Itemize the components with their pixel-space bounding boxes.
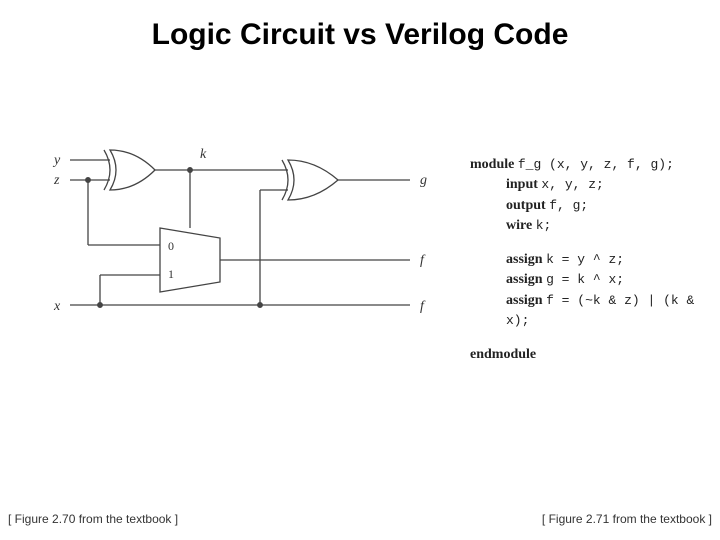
- input-args: x, y, z;: [541, 177, 603, 192]
- circuit-svg: y z x k g f f 0 1: [40, 140, 450, 370]
- label-z: z: [53, 173, 60, 188]
- label-f-mux: f: [420, 253, 426, 268]
- code-line-assign-f: assign f = (~k & z) | (k & x);: [470, 291, 720, 332]
- blank-line-2: [470, 331, 720, 345]
- kw-input: input: [506, 177, 538, 192]
- label-g: g: [420, 173, 427, 188]
- code-line-assign-g: assign g = k ^ x;: [470, 270, 720, 290]
- label-f-x: f: [420, 299, 426, 314]
- assign-k: k = y ^ z;: [546, 252, 624, 267]
- assign-g: g = k ^ x;: [546, 272, 624, 287]
- caption-right: [ Figure 2.71 from the textbook ]: [542, 512, 712, 526]
- code-line-endmodule: endmodule: [470, 345, 720, 365]
- code-line-wire: wire k;: [470, 216, 720, 236]
- kw-assign-3: assign: [506, 293, 543, 308]
- kw-wire: wire: [506, 218, 532, 233]
- label-k: k: [200, 147, 207, 162]
- mux-in1: 1: [168, 267, 174, 281]
- label-x: x: [53, 299, 61, 314]
- wire-args: k;: [536, 218, 552, 233]
- module-sig: f_g (x, y, z, f, g);: [518, 157, 674, 172]
- mux-in0: 0: [168, 239, 174, 253]
- blank-line: [470, 236, 720, 250]
- verilog-code-block: module f_g (x, y, z, f, g); input x, y, …: [470, 155, 720, 366]
- kw-endmodule: endmodule: [470, 347, 536, 362]
- code-line-assign-k: assign k = y ^ z;: [470, 250, 720, 270]
- label-y: y: [52, 153, 61, 168]
- output-args: f, g;: [549, 198, 588, 213]
- kw-assign-1: assign: [506, 252, 543, 267]
- kw-assign-2: assign: [506, 272, 543, 287]
- logic-circuit-diagram: y z x k g f f 0 1: [40, 140, 450, 370]
- code-line-input: input x, y, z;: [470, 175, 720, 195]
- code-line-module: module f_g (x, y, z, f, g);: [470, 155, 720, 175]
- kw-module: module: [470, 157, 514, 172]
- page-title: Logic Circuit vs Verilog Code: [0, 18, 720, 52]
- code-line-output: output f, g;: [470, 196, 720, 216]
- kw-output: output: [506, 198, 546, 213]
- caption-left: [ Figure 2.70 from the textbook ]: [8, 512, 178, 526]
